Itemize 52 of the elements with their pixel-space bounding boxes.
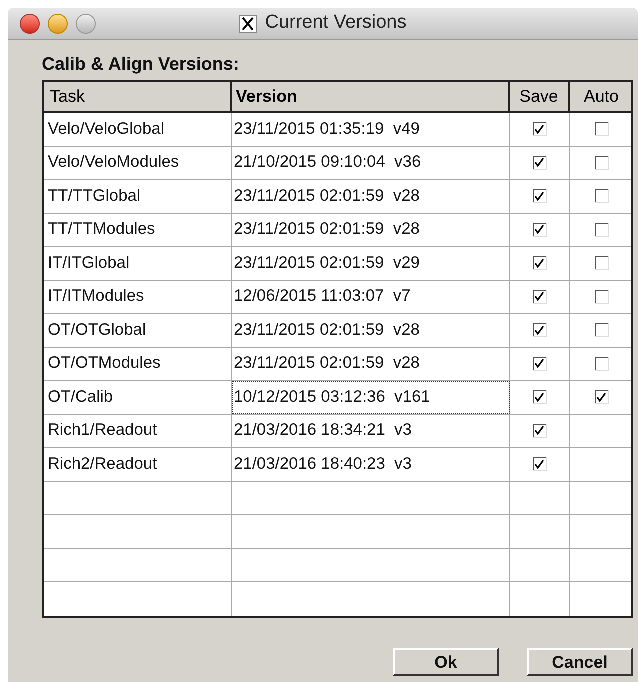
- table-cell: 12/06/2015 11:03:07 v7: [232, 280, 510, 313]
- cancel-button[interactable]: Cancel: [527, 648, 633, 676]
- window-title: Current Versions: [265, 11, 407, 36]
- close-window-button[interactable]: [20, 14, 40, 34]
- checkbox[interactable]: [532, 222, 546, 237]
- checkbox[interactable]: [532, 156, 546, 170]
- x-window-icon: [239, 14, 258, 32]
- table-cell: OT/OTModules: [44, 348, 232, 380]
- section-title: Calib & Align Versions:: [42, 53, 240, 76]
- checkbox[interactable]: [594, 356, 608, 371]
- checkbox[interactable]: [594, 122, 608, 136]
- checkbox[interactable]: [532, 290, 546, 304]
- checkbox[interactable]: [532, 256, 546, 270]
- checkbox[interactable]: [532, 323, 546, 338]
- table-cell: Velo/VeloModules: [44, 146, 232, 179]
- table-cell: IT/ITModules: [44, 280, 232, 313]
- table-cell: 23/11/2015 02:01:59 v28: [232, 314, 510, 346]
- table-cell: 23/11/2015 02:01:59 v28: [232, 180, 510, 212]
- table-cell: 23/11/2015 02:01:59 v29: [232, 247, 510, 280]
- table-cell: Rich2/Readout: [44, 448, 232, 480]
- table-cell: 10/12/2015 03:12:36 v161: [232, 381, 510, 414]
- checkbox[interactable]: [532, 189, 546, 204]
- checkbox[interactable]: [594, 390, 608, 404]
- checkbox[interactable]: [594, 290, 608, 304]
- column-header[interactable]: Version: [232, 82, 510, 111]
- checkbox[interactable]: [594, 189, 608, 204]
- table-cell: Rich1/Readout: [44, 414, 232, 447]
- table-cell: IT/ITGlobal: [44, 247, 232, 280]
- ok-button[interactable]: Ok: [393, 648, 499, 676]
- table-cell: 21/10/2015 09:10:04 v36: [232, 146, 510, 179]
- table-cell: TT/TTGlobal: [44, 180, 232, 212]
- table-cell: OT/OTGlobal: [44, 314, 232, 346]
- checkbox[interactable]: [594, 323, 608, 338]
- column-header[interactable]: Save: [510, 82, 570, 111]
- column-header[interactable]: Auto: [570, 82, 633, 111]
- table-cell: 21/03/2016 18:40:23 v3: [232, 448, 510, 480]
- checkbox[interactable]: [594, 256, 608, 270]
- checkbox[interactable]: [594, 222, 608, 237]
- table-cell: 21/03/2016 18:34:21 v3: [232, 414, 510, 447]
- table-cell: TT/TTModules: [44, 214, 232, 246]
- checkbox[interactable]: [532, 424, 546, 438]
- checkbox[interactable]: [532, 122, 546, 136]
- table-cell: 23/11/2015 01:35:19 v49: [232, 113, 510, 146]
- table-cell: OT/Calib: [44, 381, 232, 414]
- table-cell: 23/11/2015 02:01:59 v28: [232, 214, 510, 246]
- checkbox[interactable]: [532, 390, 546, 404]
- table-cell: 23/11/2015 02:01:59 v28: [232, 348, 510, 380]
- table-cell: Velo/VeloGlobal: [44, 113, 232, 146]
- checkbox[interactable]: [532, 457, 546, 472]
- checkbox[interactable]: [594, 156, 608, 170]
- checkbox[interactable]: [532, 356, 546, 371]
- column-header[interactable]: Task: [44, 82, 232, 111]
